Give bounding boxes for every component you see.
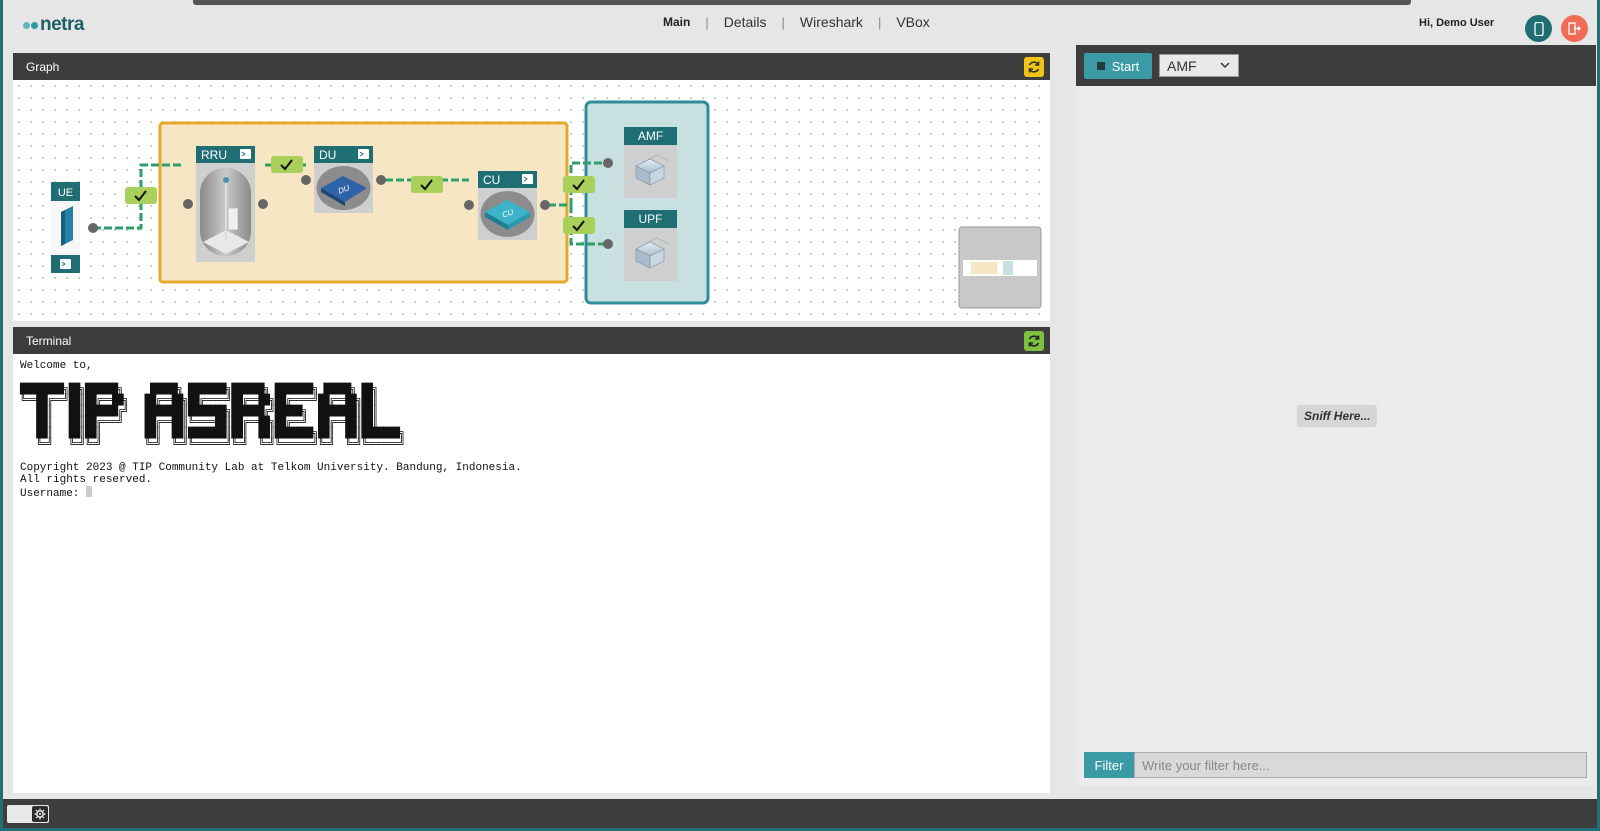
graph-panel-header: Graph	[13, 53, 1050, 80]
sniffer-panel: Start AMF Sniff Here... Filter	[1076, 45, 1596, 786]
sniff-placeholder: Sniff Here...	[1297, 405, 1378, 427]
terminal-copyright: Copyright 2023 @ TIP Community Lab at Te…	[20, 462, 522, 474]
capture-target-value: AMF	[1167, 57, 1197, 74]
stop-square-icon	[1096, 62, 1105, 70]
bottom-bar	[3, 799, 1597, 828]
start-label: Start	[1111, 58, 1140, 74]
user-greeting: Hi, Demo User	[1419, 17, 1495, 29]
sniffer-toolbar: Start AMF	[1076, 45, 1596, 86]
refresh-icon	[1028, 335, 1040, 347]
node-rru[interactable]: RRU	[196, 146, 255, 262]
terminal-prompt-line[interactable]: Username:	[20, 486, 1043, 500]
graph-refresh-button[interactable]	[1024, 57, 1044, 77]
terminal-welcome: Welcome to,	[20, 360, 93, 372]
logo-text: netra	[40, 14, 84, 35]
nav-wireshark[interactable]: Wireshark	[800, 14, 863, 30]
graph-panel: Graph UE RRU DU DU CU CU AMF UPF	[13, 53, 1050, 321]
terminal-icon[interactable]	[358, 149, 369, 159]
node-upf-label: UPF	[639, 212, 663, 226]
node-rru-label: RRU	[201, 148, 227, 162]
capture-target-select[interactable]: AMF	[1159, 54, 1239, 77]
terminal-output[interactable]: Welcome to, ████████╗██╗██████╗ █████╗ █…	[13, 354, 1050, 793]
chevron-down-icon	[1220, 62, 1230, 69]
node-ue[interactable]: UE	[51, 182, 80, 273]
terminal-panel: Terminal Welcome to, ████████╗██╗██████╗…	[13, 327, 1050, 793]
check-icon	[125, 187, 157, 204]
check-icon	[411, 176, 443, 193]
filter-input[interactable]	[1134, 752, 1587, 778]
logout-icon	[1568, 22, 1581, 35]
check-icon	[563, 217, 595, 234]
main-nav: Main | Details | Wireshark | VBox	[663, 14, 930, 30]
terminal-title: Terminal	[26, 333, 72, 348]
logo-dot	[23, 21, 30, 29]
nav-main[interactable]: Main	[663, 15, 690, 29]
logo[interactable]: netra	[23, 14, 84, 36]
settings-toggle[interactable]	[7, 805, 49, 823]
nav-vbox[interactable]: VBox	[896, 14, 929, 30]
header: netra Main | Details | Wireshark | VBox …	[3, 5, 1597, 42]
nav-details[interactable]: Details	[724, 14, 767, 30]
refresh-icon	[1028, 61, 1040, 73]
logo-dot	[31, 21, 38, 29]
logout-button[interactable]	[1561, 15, 1588, 42]
graph-title: Graph	[26, 59, 60, 74]
minimap[interactable]	[958, 226, 1042, 309]
topology-diagram: UE RRU DU DU CU CU AMF UPF	[51, 100, 1042, 309]
check-icon	[563, 176, 595, 193]
device-button[interactable]	[1525, 15, 1552, 42]
node-du-label: DU	[319, 148, 336, 162]
terminal-rights: All rights reserved.	[20, 474, 153, 486]
terminal-panel-header: Terminal	[13, 327, 1050, 354]
start-capture-button[interactable]: Start	[1084, 53, 1152, 79]
node-amf[interactable]: AMF	[624, 127, 677, 198]
terminal-ascii-banner: ████████╗██╗██████╗ █████╗ ███████╗█████…	[20, 384, 405, 450]
node-upf[interactable]: UPF	[624, 210, 677, 281]
node-cu[interactable]: CU CU	[478, 171, 537, 240]
app-window: netra Main | Details | Wireshark | VBox …	[3, 0, 1597, 828]
filter-button[interactable]: Filter	[1084, 752, 1134, 778]
node-cu-label: CU	[483, 173, 500, 187]
gear-icon	[32, 806, 48, 822]
terminal-icon[interactable]	[522, 174, 533, 184]
terminal-prompt: Username:	[20, 488, 87, 500]
terminal-cursor	[86, 486, 93, 497]
check-icon	[271, 156, 303, 173]
node-du[interactable]: DU DU	[314, 146, 373, 213]
terminal-refresh-button[interactable]	[1024, 331, 1044, 351]
terminal-icon[interactable]	[60, 259, 71, 269]
node-amf-label: AMF	[638, 129, 663, 143]
terminal-icon[interactable]	[240, 149, 251, 159]
phone-icon	[1533, 21, 1544, 36]
graph-canvas[interactable]: UE RRU DU DU CU CU AMF UPF	[13, 80, 1050, 321]
node-ue-label: UE	[58, 187, 73, 199]
